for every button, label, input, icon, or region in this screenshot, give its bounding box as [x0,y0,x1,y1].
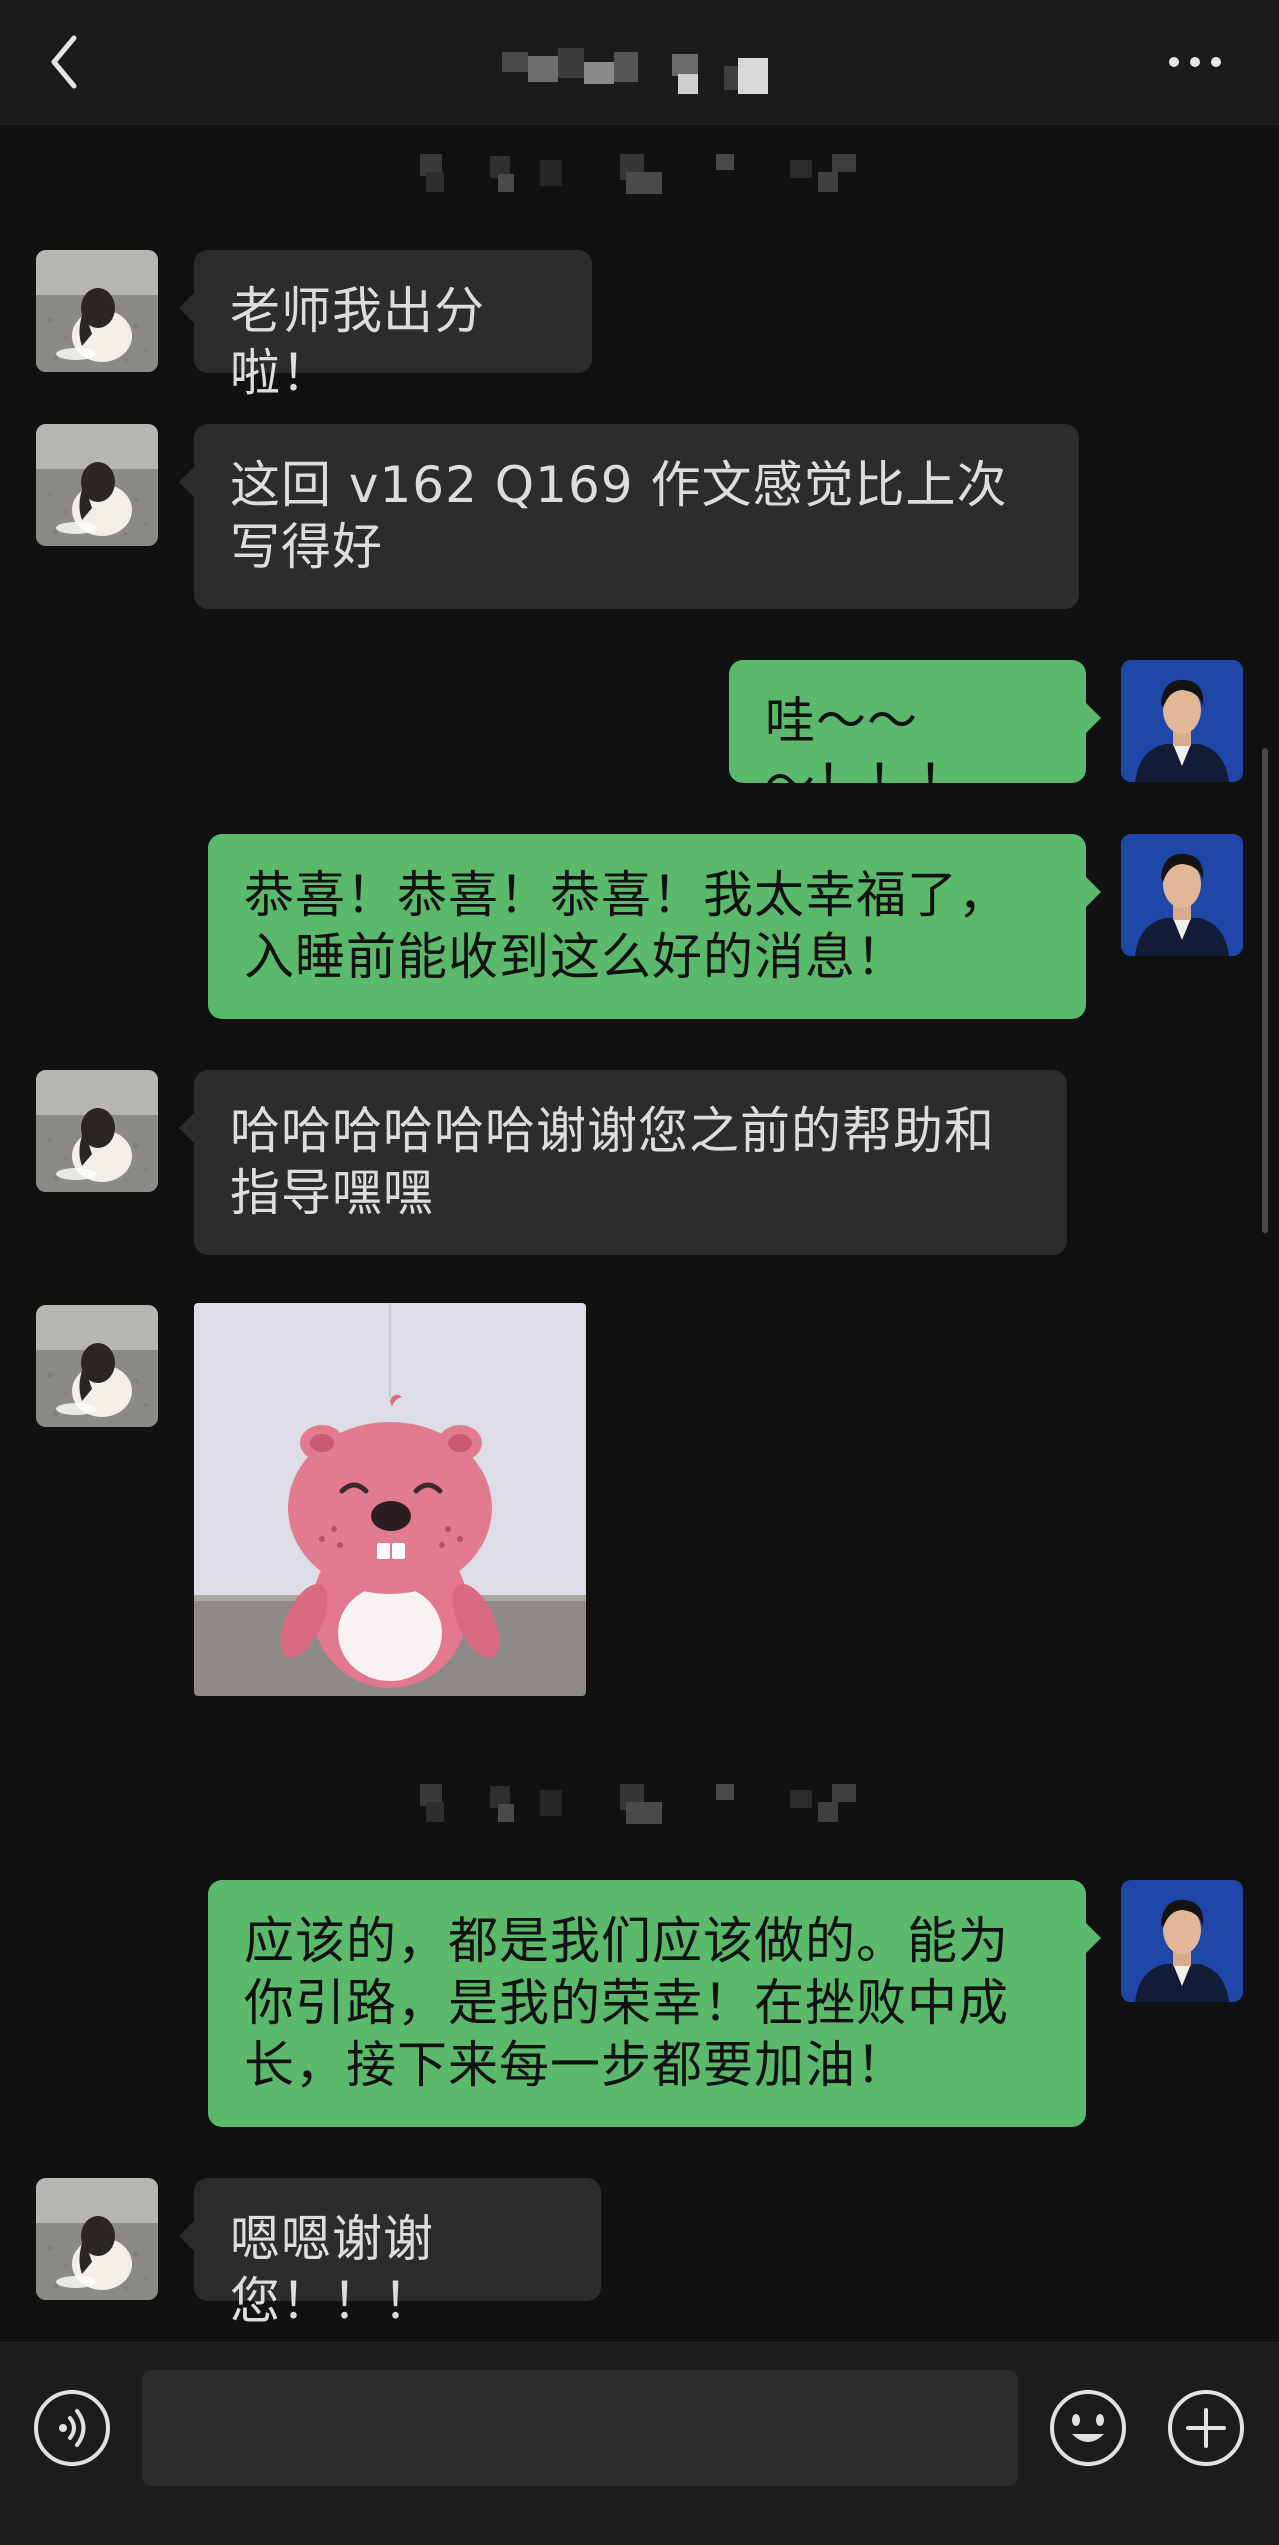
chat-title-pixelated [502,48,768,94]
incoming-message[interactable]: 哈哈哈哈哈哈谢谢您之前的帮助和指导嘿嘿 [179,1070,1067,1255]
outgoing-message[interactable]: 哇～～～！！！ [729,660,1101,812]
outgoing-message[interactable]: 恭喜！恭喜！恭喜！我太幸福了，入睡前能收到这么好的消息！ [208,834,1101,1019]
contact-avatar[interactable] [36,1070,158,1192]
outgoing-message[interactable]: 应该的，都是我们应该做的。能为你引路，是我的荣幸！在挫败中成长，接下来每一步都要… [208,1880,1101,2127]
incoming-message[interactable]: 这回 v162 Q169 作文感觉比上次写得好 [179,424,1079,609]
message-text: 嗯嗯谢谢您！！！ [230,2210,434,2330]
chat-scrollbar[interactable] [1262,748,1268,1233]
back-button[interactable] [40,30,88,94]
my-avatar[interactable] [1121,660,1243,782]
contact-avatar[interactable] [36,250,158,372]
chevron-left-icon [51,35,77,89]
plus-icon [1168,2390,1244,2466]
pink-beaver-sticker[interactable] [194,1303,586,1696]
my-avatar[interactable] [1121,834,1243,956]
message-text: 哈哈哈哈哈哈谢谢您之前的帮助和指导嘿嘿 [230,1102,995,1222]
incoming-message[interactable]: 老师我出分啦！ [179,250,592,402]
message-input[interactable] [142,2370,1018,2486]
more-functions-button[interactable] [1166,2388,1246,2468]
message-text: 这回 v162 Q169 作文感觉比上次写得好 [230,456,1008,576]
my-avatar[interactable] [1121,1880,1243,2002]
message-text: 哇～～～！！！ [765,692,969,812]
emoji-button[interactable] [1048,2388,1128,2468]
incoming-message[interactable]: 嗯嗯谢谢您！！！ [179,2178,601,2330]
message-text: 老师我出分啦！ [230,282,485,402]
contact-avatar[interactable] [36,424,158,546]
chat-header [0,0,1279,125]
contact-avatar[interactable] [36,1305,158,1427]
timestamp-pixelated [420,154,856,194]
message-text: 恭喜！恭喜！恭喜！我太幸福了，入睡前能收到这么好的消息！ [244,866,1009,986]
voice-icon [34,2390,110,2466]
timestamp-pixelated [420,1784,856,1824]
contact-avatar[interactable] [36,2178,158,2300]
emoji-icon [1050,2390,1126,2466]
voice-button[interactable] [32,2388,112,2468]
message-text: 应该的，都是我们应该做的。能为你引路，是我的荣幸！在挫败中成长，接下来每一步都要… [244,1912,1009,2094]
more-options-button[interactable] [1160,38,1230,86]
more-dots-icon [1169,57,1221,67]
